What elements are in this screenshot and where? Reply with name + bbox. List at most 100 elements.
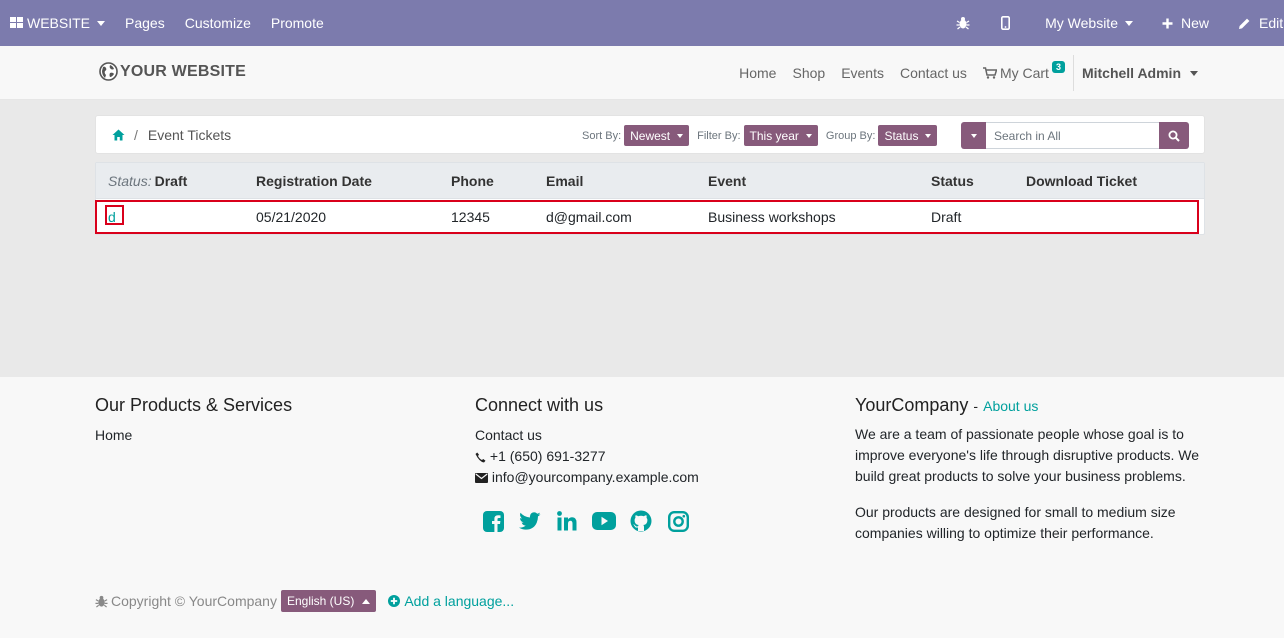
footer-email-text: info@yourcompany.example.com (491, 469, 699, 485)
cart-label: My Cart (999, 65, 1049, 81)
site-footer: Our Products & Services Home Connect wit… (0, 377, 1284, 638)
group-value: Draft (154, 173, 188, 189)
footer-about-col: YourCompany - About us We are a team of … (855, 395, 1205, 544)
mobile-icon (1001, 16, 1011, 30)
search-button[interactable] (1159, 122, 1189, 149)
footer-products-title: Our Products & Services (95, 395, 293, 415)
globe-icon (99, 62, 118, 81)
chevron-up-icon (362, 598, 371, 604)
footer-copyright: Copyright © YourCompany English (US) Add… (95, 590, 514, 612)
mobile-preview-button[interactable] (991, 0, 1033, 46)
linkedin-icon[interactable] (554, 508, 580, 534)
pages-menu[interactable]: Pages (115, 0, 175, 46)
nav-my-cart[interactable]: My Cart 3 (982, 61, 1065, 81)
table-header: Status: Draft Registration Date Phone Em… (96, 163, 1204, 199)
col-registration-date: Registration Date (256, 173, 372, 189)
language-value: English (US) (286, 594, 355, 608)
copyright-text: Copyright © YourCompany (111, 593, 277, 609)
col-status: Status (931, 173, 974, 189)
chevron-down-icon (805, 133, 812, 138)
cart-count-badge: 3 (1051, 61, 1065, 73)
cell-event: Business workshops (708, 208, 836, 225)
shopping-cart-icon (982, 67, 997, 79)
search-input[interactable] (986, 122, 1159, 149)
language-selector[interactable]: English (US) (280, 590, 377, 612)
edit-button[interactable]: Edit (1224, 0, 1284, 46)
nav-shop[interactable]: Shop (792, 65, 825, 81)
search-group (961, 122, 1189, 149)
table-row[interactable]: d 05/21/2020 12345 d@gmail.com Business … (96, 199, 1204, 234)
user-menu[interactable]: Mitchell Admin (1082, 65, 1198, 81)
logo-text: YOUR WEBSITE (120, 62, 246, 80)
cell-email: d@gmail.com (546, 208, 632, 225)
tickets-table: Status: Draft Registration Date Phone Em… (95, 162, 1205, 235)
footer-email: info@yourcompany.example.com (475, 467, 702, 488)
instagram-icon[interactable] (665, 508, 691, 534)
group-label: Status: (108, 173, 152, 189)
filter-by-label: Filter By: (697, 129, 741, 142)
footer-about-link[interactable]: About us (983, 398, 1038, 414)
footer-about-title: YourCompany - About us (855, 395, 1205, 416)
bug-icon (95, 595, 108, 608)
footer-connect-col: Connect with us Contact us +1 (650) 691-… (475, 395, 702, 534)
bug-icon (956, 17, 970, 30)
add-language-label: Add a language... (404, 593, 515, 609)
new-button[interactable]: New (1152, 0, 1224, 46)
group-by-dropdown[interactable]: Status (878, 125, 938, 146)
col-email: Email (546, 173, 584, 189)
cell-registration-date: 05/21/2020 (256, 208, 327, 225)
footer-home-link[interactable]: Home (95, 425, 292, 446)
col-phone: Phone (451, 173, 494, 189)
footer-phone-text: +1 (650) 691-3277 (489, 448, 606, 464)
footer-about-text-1: We are a team of passionate people whose… (855, 426, 1200, 484)
sort-by-dropdown[interactable]: Newest (624, 125, 690, 146)
website-menu[interactable]: WEBSITE (0, 0, 115, 46)
facebook-icon[interactable] (480, 508, 506, 534)
footer-contact-link[interactable]: Contact us (475, 425, 702, 446)
chevron-down-icon (925, 133, 932, 138)
search-filter-dropdown[interactable] (961, 122, 986, 149)
main-nav: Home Shop Events Contact us My Cart 3 Mi… (723, 46, 1198, 100)
nav-events[interactable]: Events (841, 65, 884, 81)
github-icon[interactable] (628, 508, 654, 534)
promote-menu[interactable]: Promote (261, 0, 334, 46)
footer-company-name: YourCompany (855, 395, 969, 415)
footer-about-text-2: Our products are designed for small to m… (855, 504, 1176, 541)
edit-label: Edit (1259, 15, 1284, 31)
cell-status: Draft (931, 208, 962, 225)
nav-contact-us[interactable]: Contact us (900, 65, 967, 81)
footer-title-separator: - (973, 398, 979, 414)
chevron-down-icon (677, 133, 684, 138)
home-icon[interactable] (112, 129, 125, 141)
filter-by-dropdown[interactable]: This year (743, 125, 818, 146)
website-admin-bar: WEBSITE Pages Customize Promote My Websi… (0, 0, 1284, 46)
website-header: YOUR WEBSITE Home Shop Events Contact us… (0, 46, 1284, 100)
footer-products-col: Our Products & Services Home (95, 395, 292, 446)
twitter-icon[interactable] (517, 508, 543, 534)
add-language-link[interactable]: Add a language... (388, 593, 514, 609)
col-event: Event (708, 173, 747, 189)
breadcrumb: / Event Tickets (112, 116, 231, 153)
chevron-down-icon (1124, 20, 1133, 26)
sort-by-label: Sort By: (582, 129, 622, 142)
group-by-value: Status (884, 128, 919, 143)
pencil-icon (1239, 18, 1250, 29)
plus-circle-icon (388, 595, 401, 607)
phone-icon (475, 452, 486, 463)
debug-button[interactable] (935, 0, 991, 46)
plus-icon (1162, 18, 1173, 28)
my-website-menu[interactable]: My Website (1033, 0, 1152, 46)
customize-menu[interactable]: Customize (175, 0, 261, 46)
user-name: Mitchell Admin (1081, 65, 1181, 81)
footer-connect-title: Connect with us (475, 395, 604, 415)
envelope-icon (475, 473, 488, 484)
site-logo[interactable]: YOUR WEBSITE (99, 62, 246, 81)
portal-toolbar: / Event Tickets Sort By: Newest Filter B… (95, 115, 1205, 154)
new-label: New (1180, 15, 1209, 31)
youtube-icon[interactable] (591, 508, 617, 534)
nav-home[interactable]: Home (739, 65, 776, 81)
chevron-down-icon (1190, 70, 1198, 76)
my-website-label: My Website (1045, 15, 1118, 31)
social-links (480, 508, 702, 534)
apps-grid-icon (10, 17, 23, 28)
